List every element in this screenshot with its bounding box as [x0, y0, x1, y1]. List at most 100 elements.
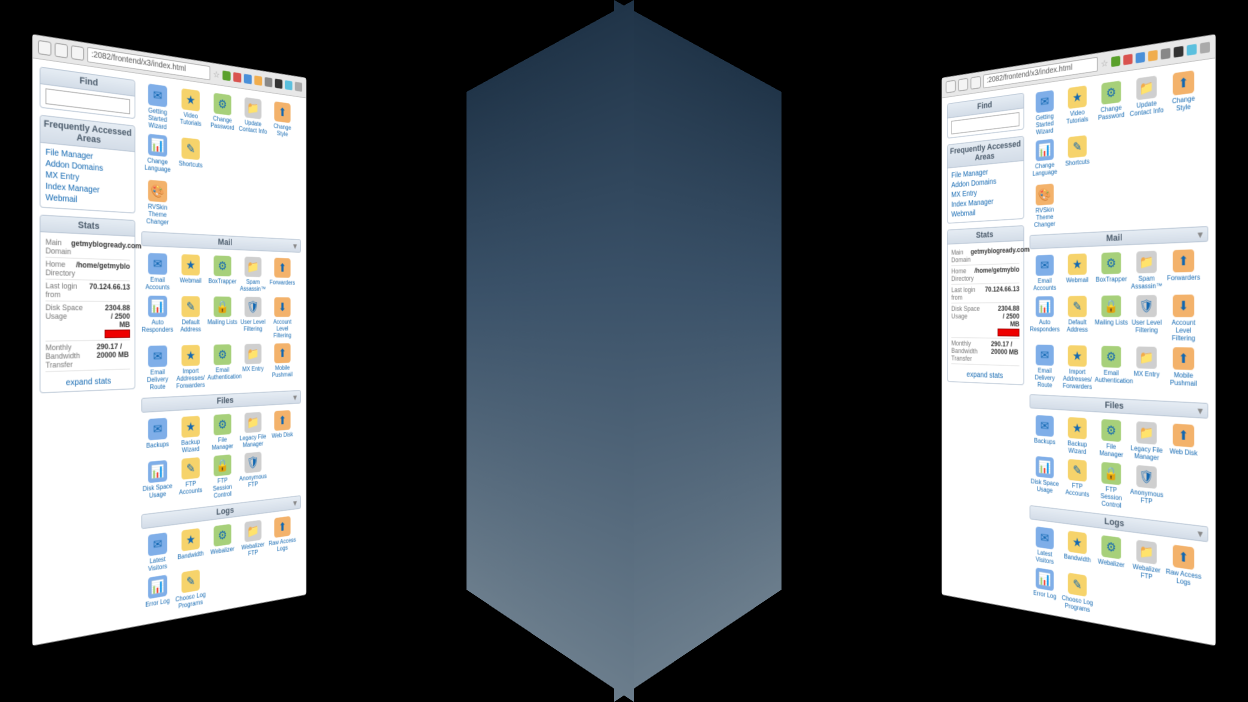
- mail-tool[interactable]: ★ Webmail: [175, 252, 206, 293]
- mail-tool[interactable]: ★ Import Addresses/ Forwarders: [1062, 344, 1094, 393]
- logs-tool[interactable]: ⬆ Raw Access Logs: [1166, 542, 1202, 590]
- mail-tool[interactable]: ⚙ Email Authentication: [1095, 344, 1128, 394]
- pref-tool[interactable]: ✎ Shortcuts: [175, 135, 206, 178]
- files-tool[interactable]: ⬆ Web Disk: [1166, 421, 1202, 467]
- extension-icon[interactable]: [1174, 46, 1184, 58]
- forward-button[interactable]: [55, 43, 68, 59]
- mail-tool[interactable]: 🔒 Mailing Lists: [1095, 294, 1128, 343]
- files-tool[interactable]: ✉ Backups: [1030, 413, 1061, 455]
- pref-tool[interactable]: ✉ Getting Started Wizard: [1030, 88, 1061, 139]
- mail-tool[interactable]: 📊 Auto Responders: [1030, 295, 1061, 342]
- mail-tool[interactable]: ⚙ BoxTrapper: [207, 254, 237, 294]
- mail-tool[interactable]: ⬆ Mobile Pushmail: [269, 342, 297, 387]
- mail-tool[interactable]: 📁 MX Entry: [239, 342, 268, 388]
- files-tool[interactable]: 📊 Disk Space Usage: [1030, 454, 1061, 504]
- mail-tool[interactable]: ⬇ Account Level Filtering: [269, 296, 297, 341]
- pref-tool[interactable]: 📁 Update Contact Info: [239, 95, 268, 144]
- extension-icon[interactable]: [285, 80, 292, 90]
- logs-tool[interactable]: 📁 Webalizer FTP: [1129, 537, 1164, 584]
- pref-tool[interactable]: ✎ Shortcuts: [1062, 133, 1094, 177]
- mail-tool[interactable]: ✉ Email Accounts: [1030, 253, 1061, 294]
- logs-tool[interactable]: ⚙ Webalizer: [207, 522, 237, 566]
- files-tool[interactable]: ✎ FTP Accounts: [175, 455, 206, 505]
- files-tool[interactable]: 🛡 Anonymous FTP: [1129, 463, 1164, 516]
- extension-icon[interactable]: [233, 72, 241, 83]
- minimize-icon[interactable]: ▾: [293, 393, 296, 403]
- logs-tool[interactable]: ★ Bandwidth: [175, 526, 206, 571]
- mail-tool[interactable]: ⚙ Email Authentication: [207, 343, 237, 390]
- files-tool[interactable]: ✉ Backups: [141, 416, 173, 459]
- mail-tool[interactable]: 🔒 Mailing Lists: [207, 295, 237, 342]
- pref-tool[interactable]: 📁 Update Contact Info: [1129, 73, 1164, 127]
- mail-tool[interactable]: ✎ Default Address: [175, 294, 206, 342]
- extension-icon[interactable]: [1123, 54, 1132, 65]
- pref-tool[interactable]: ★ Video Tutorials: [1062, 83, 1094, 135]
- files-tool[interactable]: 📁 Legacy File Manager: [1129, 419, 1164, 464]
- pref-tool[interactable]: ⬆ Change Style: [269, 99, 297, 147]
- reload-button[interactable]: [971, 76, 981, 90]
- mail-tool[interactable]: ⬇ Account Level Filtering: [1166, 293, 1202, 344]
- logs-tool[interactable]: ⬆ Raw Access Logs: [269, 514, 297, 556]
- pref-tool[interactable]: ✉ Getting Started Wizard: [141, 81, 173, 133]
- mail-tool[interactable]: 📁 Spam Assassin™: [1129, 249, 1164, 292]
- mail-tool[interactable]: ✎ Default Address: [1062, 294, 1094, 342]
- mail-tool[interactable]: 🛡 User Level Filtering: [239, 295, 268, 341]
- mail-tool[interactable]: ⚙ BoxTrapper: [1095, 250, 1128, 292]
- files-tool[interactable]: ⚙ File Manager: [207, 412, 237, 453]
- mail-tool[interactable]: ⬆ Forwarders: [269, 256, 297, 295]
- files-tool[interactable]: ⬆ Web Disk: [269, 408, 297, 448]
- extension-icon[interactable]: [295, 82, 302, 92]
- minimize-icon[interactable]: ▾: [1198, 528, 1203, 540]
- logs-tool[interactable]: 📊 Error Log: [141, 572, 173, 618]
- files-tool[interactable]: 🔒 FTP Session Control: [1095, 460, 1128, 512]
- logs-tool[interactable]: ✉ Latest Visitors: [141, 530, 173, 576]
- forward-button[interactable]: [958, 78, 968, 92]
- mail-tool[interactable]: ★ Import Addresses/ Forwarders: [175, 343, 206, 391]
- mail-tool[interactable]: ⬆ Forwarders: [1166, 247, 1202, 291]
- extension-icon[interactable]: [1148, 50, 1157, 62]
- mail-tool[interactable]: 📁 MX Entry: [1129, 345, 1164, 396]
- pref-tool[interactable]: 📊 Change Language: [141, 131, 173, 175]
- pref-tool[interactable]: ⬆ Change Style: [1166, 67, 1202, 123]
- files-tool[interactable]: ✎ FTP Accounts: [1062, 457, 1094, 508]
- files-tool[interactable]: 📊 Disk Space Usage: [141, 458, 173, 510]
- star-icon[interactable]: ☆: [213, 69, 220, 80]
- logs-tool[interactable]: ✉ Latest Visitors: [1030, 524, 1061, 568]
- mail-tool[interactable]: ✉ Email Delivery Route: [141, 344, 173, 393]
- extension-icon[interactable]: [1187, 44, 1197, 56]
- extension-icon[interactable]: [1200, 42, 1210, 54]
- logs-tool[interactable]: ⚙ Webalizer: [1095, 533, 1128, 579]
- reload-button[interactable]: [71, 45, 84, 61]
- extension-icon[interactable]: [265, 77, 273, 87]
- minimize-icon[interactable]: ▾: [1198, 405, 1203, 417]
- mail-tool[interactable]: 📊 Auto Responders: [141, 294, 173, 343]
- star-icon[interactable]: ☆: [1101, 57, 1108, 69]
- extension-icon[interactable]: [1161, 48, 1171, 60]
- files-tool[interactable]: ★ Backup Wizard: [1062, 415, 1094, 458]
- pref-tool[interactable]: ★ Video Tutorials: [175, 86, 206, 137]
- mail-tool[interactable]: 📁 Spam Assassin™: [239, 255, 268, 294]
- minimize-icon[interactable]: ▾: [1198, 229, 1203, 241]
- files-tool[interactable]: 🔒 FTP Session Control: [207, 452, 237, 501]
- files-tool[interactable]: 📁 Legacy File Manager: [239, 410, 268, 451]
- rvskin-tool[interactable]: 🎨RVSkin Theme Changer: [1030, 181, 1061, 230]
- logs-tool[interactable]: 📊 Error Log: [1030, 565, 1061, 610]
- mail-tool[interactable]: ⬆ Mobile Pushmail: [1166, 345, 1202, 397]
- files-tool[interactable]: ★ Backup Wizard: [175, 414, 206, 456]
- mail-tool[interactable]: 🛡 User Level Filtering: [1129, 293, 1164, 343]
- mail-tool[interactable]: ★ Webmail: [1062, 252, 1094, 293]
- expand-stats[interactable]: expand stats: [948, 367, 1024, 384]
- logs-tool[interactable]: ✎ Choose Log Programs: [1062, 570, 1094, 616]
- extension-icon[interactable]: [244, 74, 252, 84]
- extension-icon[interactable]: [1111, 56, 1120, 67]
- minimize-icon[interactable]: ▾: [293, 241, 296, 251]
- logs-tool[interactable]: 📁 Webalizer FTP: [239, 518, 268, 561]
- logs-tool[interactable]: ★ Bandwidth: [1062, 528, 1094, 573]
- back-button[interactable]: [946, 80, 956, 93]
- rvskin-tool[interactable]: 🎨RVSkin Theme Changer: [141, 178, 173, 228]
- files-tool[interactable]: 🛡 Anonymous FTP: [239, 450, 268, 498]
- mail-tool[interactable]: ✉ Email Delivery Route: [1030, 343, 1061, 391]
- extension-icon[interactable]: [1136, 52, 1145, 64]
- pref-tool[interactable]: ⚙ Change Password: [1095, 78, 1128, 131]
- pref-tool[interactable]: ⚙ Change Password: [207, 90, 237, 140]
